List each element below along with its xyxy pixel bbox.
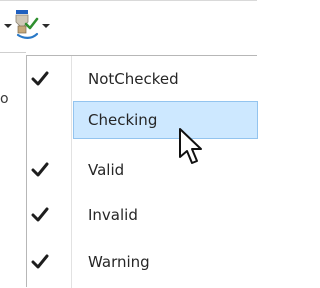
menu-item-label: Valid xyxy=(88,161,125,179)
menu-item-label: Checking xyxy=(88,111,158,129)
background-text: o xyxy=(0,91,10,107)
menu-item-label: Warning xyxy=(88,253,150,271)
menu-item-checking[interactable]: Checking xyxy=(73,101,258,139)
chevron-down-icon[interactable] xyxy=(40,20,52,32)
check-icon xyxy=(31,162,49,177)
check-icon xyxy=(31,207,49,222)
status-filter-menu: NotChecked Checking Valid Invalid Warnin… xyxy=(26,55,258,288)
menu-item-warning[interactable]: Warning xyxy=(27,243,258,281)
menu-item-notchecked[interactable]: NotChecked xyxy=(27,60,258,98)
menu-item-valid[interactable]: Valid xyxy=(27,151,258,189)
status-filter-icon[interactable] xyxy=(12,8,40,40)
menu-item-invalid[interactable]: Invalid xyxy=(27,196,258,234)
menu-item-label: NotChecked xyxy=(88,70,179,88)
mouse-pointer-icon xyxy=(179,128,202,164)
toolbar xyxy=(0,0,257,50)
check-icon xyxy=(31,71,49,86)
toolbar-top-border xyxy=(0,0,257,1)
menu-item-label: Invalid xyxy=(88,206,138,224)
divider xyxy=(0,52,26,53)
check-icon xyxy=(31,254,49,269)
